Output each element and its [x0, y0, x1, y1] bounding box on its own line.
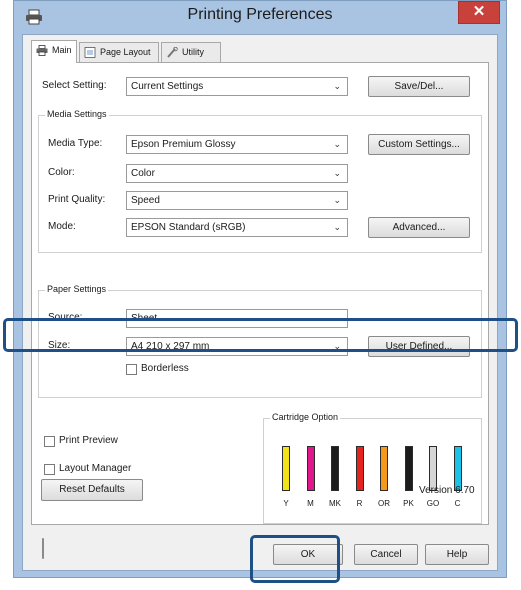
ink-label-r: R: [356, 499, 363, 508]
ink-bar-r: [355, 446, 364, 491]
printing-preferences-window: Printing Preferences ✕ Main Page Layout: [13, 0, 507, 578]
tab-utility-label: Utility: [182, 47, 204, 57]
wrench-icon: [167, 47, 178, 58]
title-bar[interactable]: Printing Preferences ✕: [14, 1, 506, 34]
chevron-down-icon: ⌄: [333, 222, 341, 232]
borderless-checkbox[interactable]: [126, 364, 137, 375]
color-dropdown[interactable]: Color ⌄: [126, 164, 348, 183]
window-title: Printing Preferences: [187, 6, 333, 23]
ink-label-go: GO: [426, 499, 440, 508]
size-row-highlight: [3, 318, 518, 352]
layout-manager-label: Layout Manager: [59, 463, 132, 474]
media-type-dropdown[interactable]: Epson Premium Glossy ⌄: [126, 135, 348, 154]
ink-label-mk: MK: [329, 499, 341, 508]
chevron-down-icon: ⌄: [333, 139, 341, 149]
color-value: Color: [131, 168, 155, 179]
print-quality-value: Speed: [131, 195, 160, 206]
close-button[interactable]: ✕: [458, 1, 500, 24]
color-label: Color:: [48, 167, 75, 178]
ink-label-m: M: [307, 499, 314, 508]
paper-settings-title: Paper Settings: [45, 284, 109, 294]
ink-label-c: C: [454, 499, 461, 508]
dialog-client-area: Main Page Layout Utility Select Setting:: [22, 34, 498, 571]
borderless-label: Borderless: [141, 363, 189, 374]
main-tab-panel: Select Setting: Current Settings ⌄ Save/…: [31, 62, 489, 559]
reset-defaults-button[interactable]: Reset Defaults: [41, 479, 143, 501]
tab-page-layout[interactable]: Page Layout: [79, 42, 159, 62]
ok-button-highlight: [250, 535, 340, 583]
print-preview-checkbox[interactable]: [44, 436, 55, 447]
cartridge-option-group: Cartridge Option: [263, 412, 482, 524]
mode-dropdown[interactable]: EPSON Standard (sRGB) ⌄: [126, 218, 348, 237]
print-quality-dropdown[interactable]: Speed ⌄: [126, 191, 348, 210]
layout-manager-checkbox[interactable]: [44, 464, 55, 475]
media-settings-title: Media Settings: [45, 109, 109, 119]
help-button[interactable]: Help: [425, 544, 489, 565]
tab-utility[interactable]: Utility: [161, 42, 221, 62]
media-type-value: Epson Premium Glossy: [131, 139, 236, 150]
chevron-down-icon: ⌄: [333, 168, 341, 178]
chevron-down-icon: ⌄: [333, 195, 341, 205]
tab-main-label: Main: [52, 45, 72, 55]
spacer: [42, 538, 44, 559]
media-type-label: Media Type:: [48, 138, 103, 149]
tab-main[interactable]: Main: [31, 40, 77, 63]
select-setting-value: Current Settings: [131, 81, 204, 92]
ink-bar-mk: [331, 446, 339, 491]
ink-bar-y: [282, 446, 290, 491]
tab-page-layout-label: Page Layout: [100, 47, 151, 57]
page-layout-icon: [84, 47, 96, 58]
cancel-button[interactable]: Cancel: [354, 544, 418, 565]
select-setting-dropdown[interactable]: Current Settings ⌄: [126, 77, 348, 96]
ink-label-or: OR: [378, 499, 390, 508]
print-quality-label: Print Quality:: [48, 194, 106, 205]
select-setting-label: Select Setting:: [42, 80, 107, 91]
advanced-button[interactable]: Advanced...: [368, 217, 470, 238]
print-preview-label: Print Preview: [59, 435, 118, 446]
mode-label: Mode:: [48, 221, 76, 232]
save-del-button[interactable]: Save/Del...: [368, 76, 470, 97]
ink-label-y: Y: [283, 499, 289, 508]
ink-bar-or: [380, 446, 388, 491]
custom-settings-button[interactable]: Custom Settings...: [368, 134, 470, 155]
cartridge-option-title: Cartridge Option: [270, 412, 341, 422]
mode-value: EPSON Standard (sRGB): [131, 222, 246, 233]
version-label: Version 6.70: [419, 485, 475, 496]
printer-tab-icon: [36, 45, 48, 56]
ink-bar-pk: [404, 446, 413, 491]
chevron-down-icon: ⌄: [333, 81, 341, 91]
ink-label-pk: PK: [403, 499, 414, 508]
ink-bar-m: [306, 446, 315, 491]
